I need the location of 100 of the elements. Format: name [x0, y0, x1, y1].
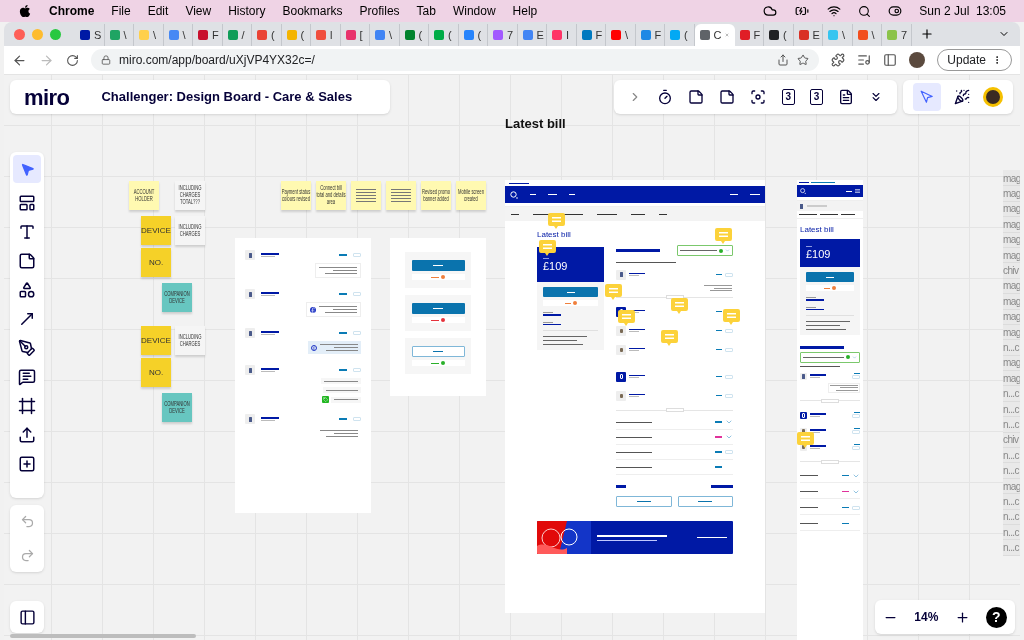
text-line	[800, 507, 818, 508]
text-line	[356, 198, 376, 199]
battery-icon[interactable]	[794, 4, 811, 18]
timer-icon[interactable]	[656, 89, 673, 105]
frame-icon[interactable]	[18, 397, 36, 415]
zoom-in-icon[interactable]	[954, 609, 970, 625]
pay-bill-button[interactable]	[411, 303, 465, 314]
text-line	[800, 365, 840, 367]
share-icon[interactable]	[777, 54, 790, 66]
sticky-note-icon[interactable]	[688, 89, 705, 105]
menu-item[interactable]: File	[111, 2, 131, 20]
app-name: Chrome	[49, 3, 95, 20]
help-button[interactable]: ?	[985, 606, 1007, 628]
shapes-icon[interactable]	[18, 281, 36, 299]
tab-title: \	[153, 29, 157, 41]
list-item: mag	[1003, 217, 1020, 232]
menu-icon[interactable]	[855, 189, 860, 193]
upload-icon[interactable]	[18, 426, 36, 444]
comment-icon[interactable]	[797, 432, 814, 448]
charge-chip	[323, 387, 361, 393]
apple-icon[interactable]	[18, 4, 32, 18]
extensions-icon[interactable]	[831, 53, 846, 67]
pay-bill-button[interactable]	[411, 260, 465, 271]
notes-icon[interactable]	[838, 89, 855, 105]
reload-icon[interactable]	[66, 53, 79, 67]
search-icon[interactable]	[858, 4, 872, 18]
text-line	[356, 189, 376, 190]
wifi-icon[interactable]	[827, 4, 842, 18]
template-icon[interactable]	[18, 194, 36, 212]
counter-button[interactable]: 3	[781, 89, 795, 105]
outline-button[interactable]	[677, 496, 733, 507]
sticky-note[interactable]: DEVICE	[141, 216, 171, 245]
focus-icon[interactable]	[750, 89, 767, 105]
browser-tab[interactable]: C	[694, 24, 735, 46]
zoom-level: 14%	[914, 609, 939, 626]
new-tab-icon[interactable]	[919, 27, 934, 41]
counter-button[interactable]: 3	[809, 89, 823, 105]
panel-toggle[interactable]	[10, 601, 44, 633]
cursor-button[interactable]	[913, 83, 942, 111]
tab-title: \	[389, 29, 393, 41]
text-line	[597, 539, 657, 541]
side-panel-icon[interactable]	[883, 53, 898, 67]
url-text: miro.com/app/board/uXjVP4YX32c=/	[119, 52, 316, 69]
text-line	[799, 182, 809, 183]
confetti-icon[interactable]	[954, 89, 970, 105]
tab-title: \	[871, 29, 875, 41]
billing-period-select[interactable]	[800, 351, 860, 363]
outline-button[interactable]	[616, 496, 672, 507]
list-item: n...c	[1003, 510, 1019, 525]
media-icon[interactable]	[857, 53, 872, 67]
tab-title: \	[123, 29, 127, 41]
sticky-note-icon[interactable]	[719, 89, 736, 105]
list-item: n...c	[1003, 541, 1019, 556]
pen-icon[interactable]	[18, 339, 36, 357]
star-icon[interactable]	[797, 54, 810, 66]
avatar[interactable]	[909, 52, 926, 68]
menu-item[interactable]: Tab	[416, 2, 436, 20]
menu-item[interactable]: Edit	[147, 2, 169, 20]
sticky-note-icon[interactable]	[18, 252, 36, 270]
text-line	[730, 194, 738, 195]
phone-icon	[616, 371, 626, 382]
text-line	[616, 466, 652, 468]
cloud-icon[interactable]	[763, 4, 778, 18]
device-selector[interactable]	[797, 201, 863, 211]
sticky-note[interactable]: DEVICE	[141, 326, 171, 355]
menu-item[interactable]: Bookmarks	[282, 2, 343, 20]
text-line	[563, 213, 583, 215]
back-icon[interactable]	[12, 52, 27, 68]
logo-icon	[510, 190, 518, 199]
add-icon[interactable]	[18, 455, 36, 473]
text-icon[interactable]	[18, 223, 36, 241]
list-item: mag	[1003, 248, 1020, 263]
tab-title: (	[783, 29, 787, 41]
watch-icon	[616, 344, 626, 355]
select-tool[interactable]	[13, 155, 41, 183]
sticky-note[interactable]	[351, 181, 381, 210]
sticky-note[interactable]: NO.	[141, 248, 171, 277]
menu-item[interactable]: Profiles	[359, 2, 400, 20]
menu-item[interactable]: View	[185, 2, 212, 20]
comment-icon[interactable]	[18, 368, 36, 386]
menu-item[interactable]: Help	[512, 2, 538, 20]
comment-icon[interactable]	[539, 240, 556, 256]
sticky-note[interactable]	[386, 181, 416, 210]
menu-item[interactable]: Window	[452, 2, 496, 20]
phone-icon	[245, 328, 255, 338]
avatar[interactable]	[982, 87, 1003, 107]
text-line	[356, 201, 376, 202]
tab-title: F	[212, 29, 219, 41]
text-line	[533, 213, 549, 215]
sticky-note[interactable]: NO.	[141, 358, 171, 387]
lock-icon	[101, 55, 111, 65]
billing-period-select[interactable]	[677, 245, 733, 256]
text-line	[698, 501, 713, 502]
control-center-icon[interactable]	[888, 4, 903, 18]
arrow-icon[interactable]	[18, 310, 36, 328]
address-bar[interactable]: miro.com/app/board/uXjVP4YX32c=/	[91, 49, 820, 71]
promo-banner[interactable]	[537, 521, 733, 554]
cursor-icon	[920, 90, 935, 104]
scrollbar[interactable]	[10, 634, 196, 638]
menu-item[interactable]: History	[228, 2, 266, 20]
